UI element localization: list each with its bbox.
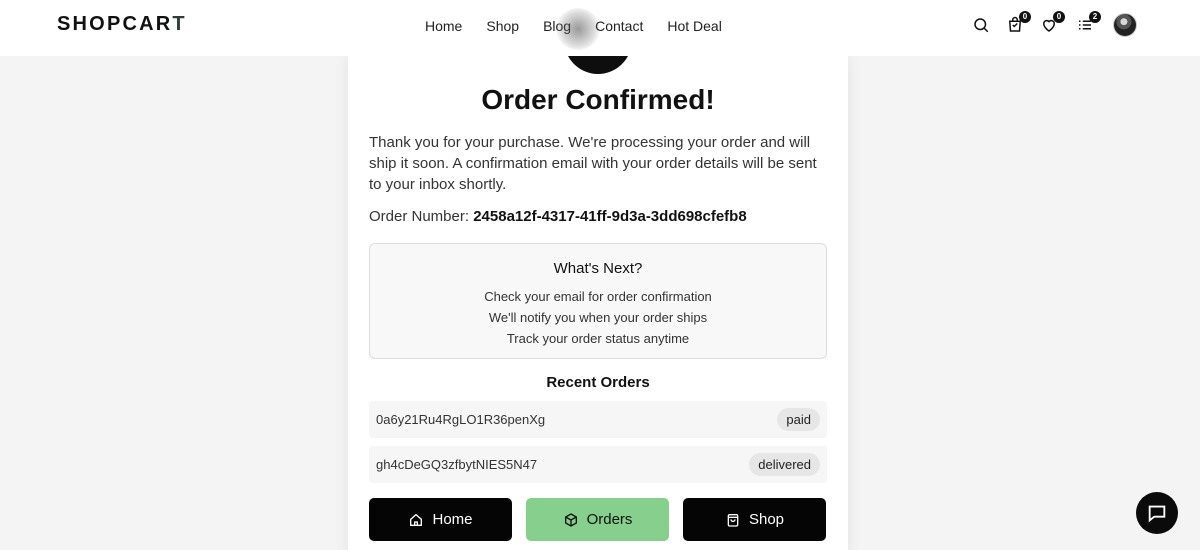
nav-blog[interactable]: Blog [543, 17, 571, 35]
shopcart-logo[interactable]: SHOPCART [57, 13, 187, 36]
shopping-bag-icon [727, 513, 739, 527]
order-confirmation-card: Order Confirmed! Thank you for your purc… [348, 26, 848, 550]
list-item: Check your email for order confirmation [484, 289, 712, 304]
home-button[interactable]: Home [369, 498, 512, 541]
recent-order-row[interactable]: 0a6y21Ru4RgLO1R36penXg paid [369, 401, 827, 438]
site-header: SHOPCART Home Shop Blog Contact Hot Deal… [0, 0, 1200, 56]
nav-home[interactable]: Home [425, 17, 462, 35]
wishlist-count-badge: 0 [1053, 11, 1065, 23]
nav-hot-deal[interactable]: Hot Deal [667, 17, 721, 35]
heart-icon[interactable]: 0 [1038, 11, 1065, 36]
logo-text-main: SHOPCAR [57, 13, 173, 35]
status-badge: delivered [749, 453, 820, 476]
orders-button[interactable]: Orders [526, 498, 669, 541]
order-number-value: 2458a12f-4317-41ff-9d3a-3dd698cfefb8 [473, 208, 747, 225]
confirmation-message: Thank you for your purchase. We're proce… [369, 134, 817, 193]
order-number-label: Order Number: [369, 208, 470, 225]
whats-next-panel: What's Next? Check your email for order … [369, 243, 827, 359]
user-avatar[interactable] [1113, 13, 1137, 37]
status-badge: paid [777, 408, 820, 431]
main-nav: Home Shop Blog Contact Hot Deal [425, 17, 722, 35]
orders-button-label: Orders [586, 511, 633, 528]
shop-button-label: Shop [748, 511, 785, 528]
logo-text-last: T [172, 13, 187, 35]
home-button-label: Home [432, 511, 473, 528]
chat-icon [1148, 505, 1166, 523]
compare-count-badge: 2 [1089, 11, 1101, 23]
whats-next-title: What's Next? [553, 260, 643, 277]
recent-orders-title: Recent Orders [546, 374, 650, 391]
order-id: gh4cDeGQ3zfbytNIES5N47 [376, 457, 538, 472]
order-id: 0a6y21Ru4RgLO1R36penXg [376, 412, 546, 427]
whats-next-list: Check your email for order confirmation … [370, 286, 826, 349]
cart-count-badge: 0 [1019, 11, 1031, 23]
chat-button[interactable] [1136, 492, 1178, 534]
shop-button[interactable]: Shop [683, 498, 826, 541]
header-icons: 0 0 2 [970, 11, 1150, 40]
nav-shop[interactable]: Shop [486, 17, 519, 35]
home-icon [410, 513, 423, 526]
page: SHOPCART Home Shop Blog Contact Hot Deal… [0, 0, 1200, 550]
list-item: Track your order status anytime [506, 331, 690, 346]
page-title: Order Confirmed! [481, 84, 715, 115]
cart-icon[interactable]: 0 [1004, 11, 1031, 36]
search-icon[interactable] [970, 14, 992, 36]
list-item: We'll notify you when your order ships [488, 310, 708, 325]
package-icon [564, 512, 577, 527]
list-icon[interactable]: 2 [1074, 11, 1101, 36]
nav-contact[interactable]: Contact [595, 17, 643, 35]
recent-order-row[interactable]: gh4cDeGQ3zfbytNIES5N47 delivered [369, 446, 827, 483]
order-number: Order Number: 2458a12f-4317-41ff-9d3a-3d… [369, 208, 747, 225]
